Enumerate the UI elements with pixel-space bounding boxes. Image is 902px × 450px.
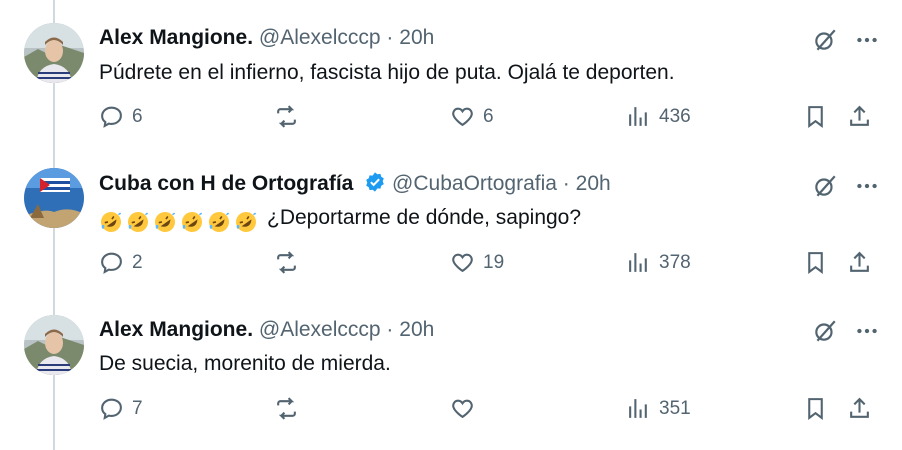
tweet-header: Alex Mangione. @Alexelcccp · 20h xyxy=(99,317,434,343)
share-icon xyxy=(850,397,869,418)
tweet-text: De suecia, morenito de mierda. xyxy=(99,352,391,375)
more-icon[interactable] xyxy=(854,173,880,199)
repost-button[interactable] xyxy=(274,396,307,421)
author-handle[interactable]: @Alexelcccp xyxy=(259,318,381,341)
views-icon xyxy=(629,253,647,272)
tweet-actions: 2 19 378 xyxy=(99,250,889,280)
views-button[interactable]: 351 xyxy=(626,396,691,421)
avatar-image xyxy=(24,315,84,375)
like-button[interactable]: 19 xyxy=(450,250,504,275)
separator: · xyxy=(386,26,394,49)
bookmark-button[interactable] xyxy=(803,396,828,421)
separator: · xyxy=(562,172,570,195)
reply-icon xyxy=(101,252,122,274)
views-count: 351 xyxy=(659,397,691,419)
tweet[interactable]: Alex Mangione. @Alexelcccp · 20h Púdrete… xyxy=(0,0,902,145)
tweet-text: Púdrete en el infierno, fascista hijo de… xyxy=(99,61,675,84)
like-icon xyxy=(452,253,473,273)
verified-badge-icon[interactable] xyxy=(364,171,386,193)
grok-icon[interactable] xyxy=(812,173,838,199)
bookmark-icon xyxy=(808,106,823,128)
author-handle[interactable]: @Alexelcccp xyxy=(259,26,381,49)
tweet-text-line: ¿Deportarme de dónde, sapingo? xyxy=(99,205,581,235)
repost-button[interactable] xyxy=(274,104,307,129)
like-icon xyxy=(452,107,473,127)
tweet[interactable]: Cuba con H de Ortografía @CubaOrtografia… xyxy=(0,146,902,291)
avatar-image xyxy=(24,23,84,83)
views-button[interactable]: 378 xyxy=(626,250,691,275)
rolling-on-floor-laughing-emoji xyxy=(128,212,148,233)
rolling-on-floor-laughing-emoji xyxy=(209,212,229,233)
more-icon[interactable] xyxy=(854,318,880,344)
like-count: 19 xyxy=(483,251,505,273)
more-icon[interactable] xyxy=(854,27,880,53)
author-name[interactable]: Alex Mangione. xyxy=(99,318,253,341)
reply-count: 6 xyxy=(132,105,143,127)
share-icon xyxy=(850,251,869,272)
bookmark-button[interactable] xyxy=(803,104,828,129)
separator: · xyxy=(386,318,394,341)
repost-icon xyxy=(277,397,296,420)
bookmark-icon xyxy=(808,398,823,420)
rolling-on-floor-laughing-emoji xyxy=(182,212,202,233)
grok-icon[interactable] xyxy=(812,27,838,53)
rolling-on-floor-laughing-emoji xyxy=(236,212,256,233)
timestamp[interactable]: 20h xyxy=(399,318,434,341)
share-icon xyxy=(850,105,869,126)
avatar[interactable] xyxy=(24,315,84,375)
repost-icon xyxy=(277,105,296,128)
share-button[interactable] xyxy=(847,104,872,129)
reply-button[interactable]: 6 xyxy=(99,104,143,129)
rolling-on-floor-laughing-emoji xyxy=(155,212,175,233)
views-icon xyxy=(629,399,647,418)
author-name[interactable]: Alex Mangione. xyxy=(99,26,253,49)
rolling-on-floor-laughing-emoji xyxy=(101,212,121,233)
tweet-top-actions xyxy=(812,318,880,344)
views-count: 378 xyxy=(659,251,691,273)
avatar-image xyxy=(24,168,84,228)
share-button[interactable] xyxy=(847,250,872,275)
share-button[interactable] xyxy=(847,396,872,421)
tweet-top-actions xyxy=(812,27,880,53)
tweet-header: Alex Mangione. @Alexelcccp · 20h xyxy=(99,25,434,51)
avatar[interactable] xyxy=(24,23,84,83)
author-handle[interactable]: @CubaOrtografia xyxy=(392,172,557,195)
repost-button[interactable] xyxy=(274,250,307,275)
like-button[interactable] xyxy=(450,396,483,421)
tweet-actions: 7 351 xyxy=(99,396,889,426)
views-button[interactable]: 436 xyxy=(626,104,691,129)
reply-count: 2 xyxy=(132,251,143,273)
bookmark-icon xyxy=(808,252,823,274)
bookmark-button[interactable] xyxy=(803,250,828,275)
like-icon xyxy=(452,399,473,419)
like-button[interactable]: 6 xyxy=(450,104,494,129)
tweet-top-actions xyxy=(812,173,880,199)
reply-icon xyxy=(101,398,122,420)
timestamp[interactable]: 20h xyxy=(576,172,611,195)
reply-button[interactable]: 2 xyxy=(99,250,143,275)
avatar[interactable] xyxy=(24,168,84,228)
views-icon xyxy=(629,107,647,126)
timestamp[interactable]: 20h xyxy=(399,26,434,49)
tweet-text: ¿Deportarme de dónde, sapingo? xyxy=(267,206,582,229)
grok-icon[interactable] xyxy=(812,318,838,344)
repost-icon xyxy=(277,251,296,274)
tweet-header: Cuba con H de Ortografía @CubaOrtografia… xyxy=(99,171,611,197)
like-count: 6 xyxy=(483,105,494,127)
emoji-row xyxy=(99,209,261,235)
views-count: 436 xyxy=(659,105,691,127)
reply-button[interactable]: 7 xyxy=(99,396,143,421)
author-name[interactable]: Cuba con H de Ortografía xyxy=(99,172,353,195)
tweet-actions: 6 6 436 xyxy=(99,104,889,134)
reply-count: 7 xyxy=(132,397,143,419)
tweet[interactable]: Alex Mangione. @Alexelcccp · 20h De suec… xyxy=(0,292,902,437)
reply-icon xyxy=(101,106,122,128)
